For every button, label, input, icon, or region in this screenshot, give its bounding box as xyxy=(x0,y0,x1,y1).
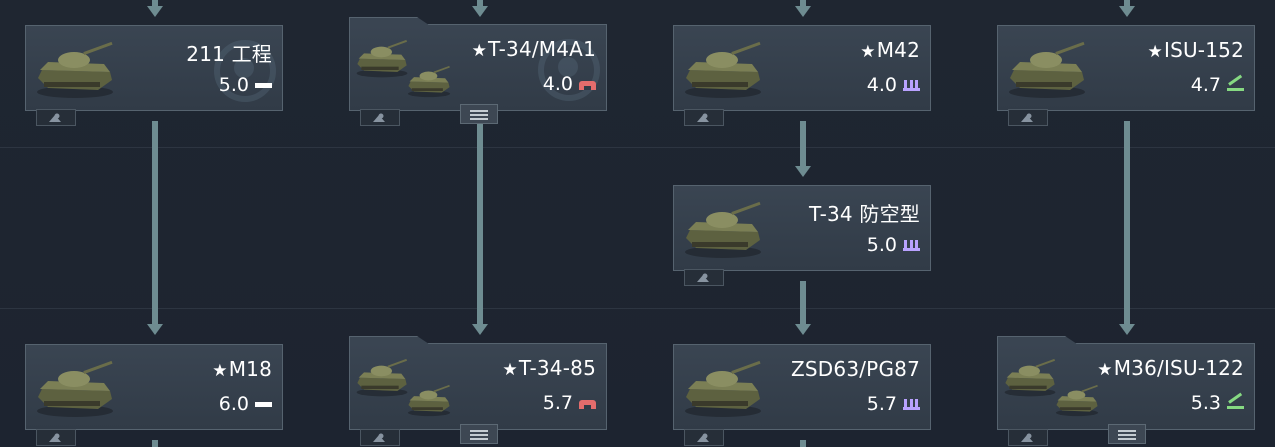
row-separator xyxy=(0,147,1275,148)
connector-arrow xyxy=(1119,6,1135,17)
group-tab xyxy=(349,336,429,344)
list-icon xyxy=(1118,430,1136,432)
crew-icon xyxy=(373,113,385,122)
vehicle-name: ★T-34-85 xyxy=(502,356,596,380)
battle-rating: 5.7 xyxy=(543,392,596,414)
connector-arrow xyxy=(147,6,163,17)
vehicle-name: T-34 防空型 xyxy=(808,202,920,226)
tank-icon xyxy=(30,34,120,104)
crew-icon xyxy=(697,433,709,442)
connector-arrow xyxy=(1119,324,1135,335)
connector-arrow xyxy=(795,6,811,17)
tank-group-icon xyxy=(352,33,412,83)
vehicle-name: ZSD63/PG87 xyxy=(791,357,920,381)
heavy-tank-icon xyxy=(255,398,272,410)
vehicle-name: ★ISU-152 xyxy=(1147,38,1244,62)
crew-icon xyxy=(49,433,61,442)
crew-slot[interactable] xyxy=(36,109,76,126)
connector-line xyxy=(800,440,806,447)
tank-group-icon xyxy=(1052,380,1102,420)
tank-group-icon xyxy=(352,352,412,402)
vehicle-card-c7[interactable]: ★T-34-85 5.7 xyxy=(349,336,607,430)
connector-line xyxy=(800,281,806,325)
connector-line xyxy=(800,121,806,166)
medium-tank-icon xyxy=(579,397,596,409)
vehicle-card-c8[interactable]: ZSD63/PG87 5.7 xyxy=(673,344,931,430)
connector-line xyxy=(152,121,158,325)
connector-arrow xyxy=(795,166,811,177)
vehicle-card-c1[interactable]: 211 工程 5.0 xyxy=(25,25,283,111)
vehicle-card-c3[interactable]: ★M42 4.0 xyxy=(673,25,931,111)
list-icon xyxy=(470,110,488,112)
spaa-class-icon xyxy=(903,79,920,91)
battle-rating: 5.0 xyxy=(867,234,920,256)
vehicle-card-c9[interactable]: ★M36/ISU-122 5.3 xyxy=(997,336,1255,430)
group-expand-button[interactable] xyxy=(460,104,498,124)
tank-group-icon xyxy=(404,61,454,101)
spaa-class-icon xyxy=(903,398,920,410)
vehicle-card-c2[interactable]: ★T-34/M4A1 4.0 xyxy=(349,17,607,111)
list-icon xyxy=(470,430,488,432)
group-expand-button[interactable] xyxy=(460,424,498,444)
vehicle-card-c6[interactable]: ★M18 6.0 xyxy=(25,344,283,430)
crew-slot[interactable] xyxy=(36,429,76,446)
battle-rating: 4.0 xyxy=(867,74,920,96)
group-tab xyxy=(349,17,429,25)
connector-line xyxy=(477,124,483,324)
crew-icon xyxy=(1021,113,1033,122)
medium-tank-icon xyxy=(579,78,596,90)
group-expand-button[interactable] xyxy=(1108,424,1146,444)
crew-slot[interactable] xyxy=(684,109,724,126)
connector-line xyxy=(152,440,158,447)
tank-group-icon xyxy=(1000,352,1060,402)
crew-icon xyxy=(373,433,385,442)
crew-slot[interactable] xyxy=(360,109,400,126)
battle-rating: 4.7 xyxy=(1191,74,1244,96)
crew-icon xyxy=(697,273,709,282)
crew-icon xyxy=(1021,433,1033,442)
vehicle-name: ★M18 xyxy=(212,357,272,381)
connector-line xyxy=(1124,121,1130,325)
spaa-icon xyxy=(678,34,768,104)
spaa-icon xyxy=(678,194,768,264)
crew-slot[interactable] xyxy=(684,429,724,446)
battle-rating: 4.0 xyxy=(543,73,596,95)
heavy-tank-icon xyxy=(255,79,272,91)
vehicle-name: 211 工程 xyxy=(186,42,272,66)
crew-slot[interactable] xyxy=(684,269,724,286)
vehicle-name: ★M36/ISU-122 xyxy=(1097,356,1244,380)
connector-arrow xyxy=(147,324,163,335)
group-tab xyxy=(997,336,1077,344)
spaa-icon xyxy=(678,353,768,423)
crew-slot[interactable] xyxy=(1008,109,1048,126)
tank-group-icon xyxy=(404,380,454,420)
vehicle-card-c4[interactable]: ★ISU-152 4.7 xyxy=(997,25,1255,111)
tank-destroyer-class-icon xyxy=(1227,397,1244,409)
battle-rating: 5.7 xyxy=(867,393,920,415)
connector-arrow xyxy=(472,324,488,335)
battle-rating: 5.0 xyxy=(219,74,272,96)
battle-rating: 6.0 xyxy=(219,393,272,415)
crew-slot[interactable] xyxy=(360,429,400,446)
tank-destroyer-class-icon xyxy=(1227,79,1244,91)
crew-icon xyxy=(49,113,61,122)
vehicle-card-c5[interactable]: T-34 防空型 5.0 xyxy=(673,185,931,271)
crew-icon xyxy=(697,113,709,122)
row-separator xyxy=(0,308,1275,309)
battle-rating: 5.3 xyxy=(1191,392,1244,414)
crew-slot[interactable] xyxy=(1008,429,1048,446)
tank-destroyer-icon xyxy=(1002,34,1092,104)
vehicle-name: ★M42 xyxy=(860,38,920,62)
vehicle-name: ★T-34/M4A1 xyxy=(471,37,596,61)
tank-destroyer-icon xyxy=(30,353,120,423)
connector-arrow xyxy=(472,6,488,17)
connector-arrow xyxy=(795,324,811,335)
spaa-class-icon xyxy=(903,239,920,251)
